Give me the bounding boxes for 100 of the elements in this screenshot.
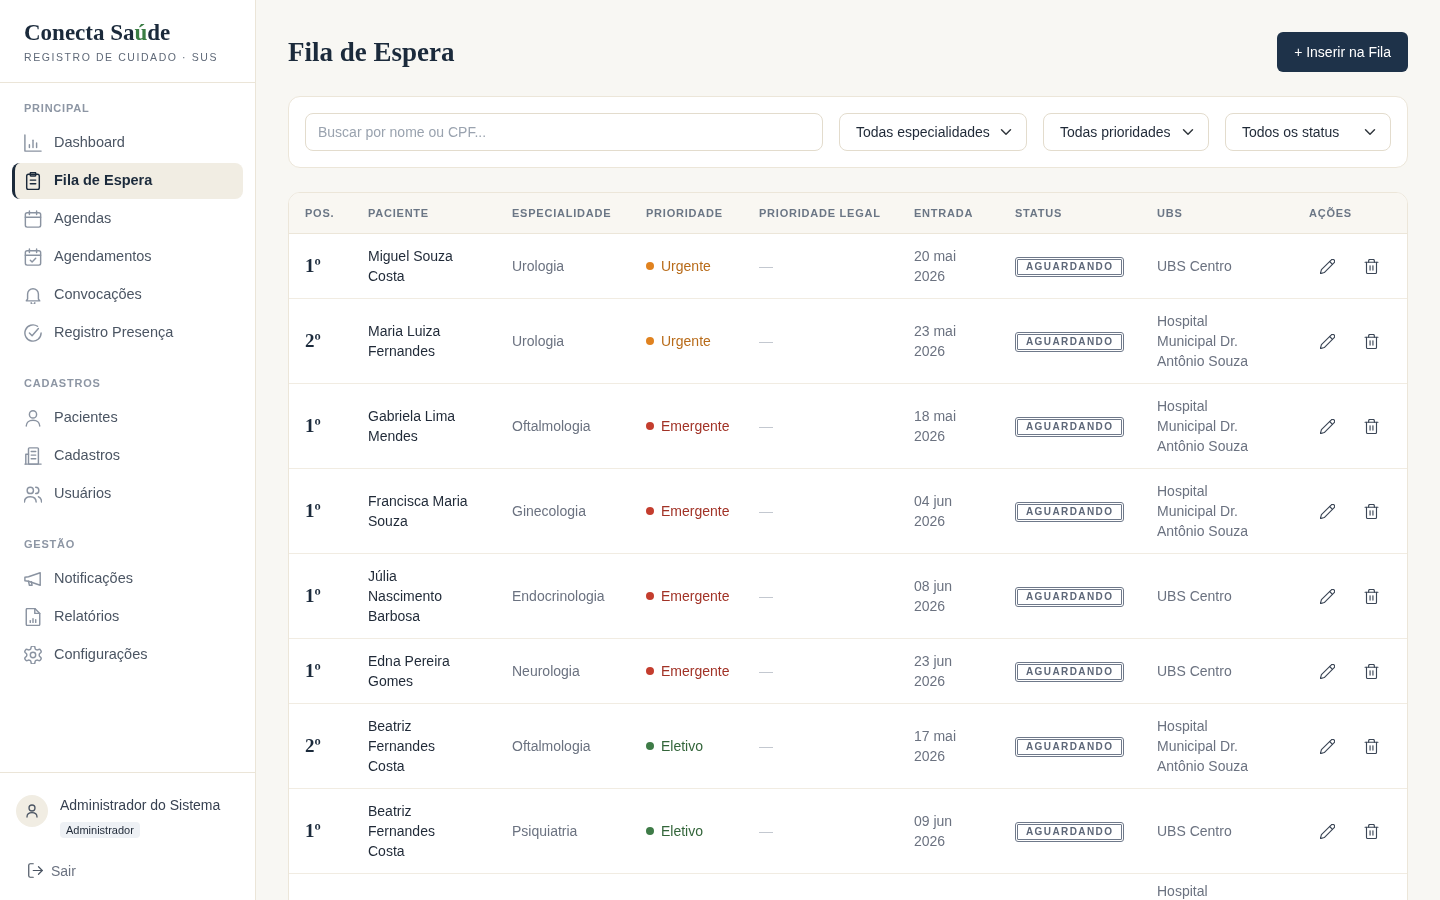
section-heading: GESTÃO — [23, 537, 77, 551]
pencil-icon — [1319, 258, 1335, 274]
entry-date: 17 mai 2026 — [914, 727, 958, 766]
priority-label: Urgente — [661, 257, 711, 276]
specialty: Neurologia — [512, 663, 580, 679]
specialty: Psiquiatria — [512, 823, 578, 839]
filter-select[interactable]: Todos os status — [1225, 113, 1391, 151]
brand-subtitle: REGISTRO DE CUIDADO · SUS — [24, 50, 218, 64]
column-header: POS. — [289, 193, 352, 234]
trash-icon — [1363, 418, 1379, 434]
patient-name: Beatriz Fernandes Costa — [368, 717, 436, 776]
column-header: AÇÕES — [1293, 193, 1407, 234]
nav-item[interactable]: Registro Presença — [12, 315, 243, 351]
nav-item[interactable]: Fila de Espera — [12, 163, 243, 199]
ubs-name: Hospital Municipal Dr. Antônio Souza — [1157, 482, 1250, 541]
entry-date: 08 jun 2026 — [914, 577, 954, 616]
nav-item[interactable]: Agendamentos — [12, 239, 243, 275]
column-header: ESPECIALIDADE — [496, 193, 630, 234]
nav-item[interactable]: Convocações — [12, 277, 243, 313]
pencil-icon — [1319, 503, 1335, 519]
nav-item[interactable]: Dashboard — [12, 125, 243, 161]
nav-item[interactable]: Usuários — [12, 476, 243, 512]
settings-icon — [24, 646, 42, 664]
status-badge: AGUARDANDO — [1015, 737, 1125, 757]
ubs-name: Hospital — [1157, 883, 1208, 899]
nav-item[interactable]: Relatórios — [12, 599, 243, 635]
ubs-name: UBS Centro — [1157, 662, 1232, 681]
pencil-icon — [1319, 823, 1335, 839]
column-header: STATUS — [999, 193, 1141, 234]
priority-label: Emergente — [661, 417, 730, 436]
ubs-name: Hospital Municipal Dr. Antônio Souza — [1157, 717, 1250, 776]
section-heading: CADASTROS — [23, 376, 102, 390]
clipboard-icon — [24, 172, 42, 190]
ubs-name: UBS Centro — [1157, 587, 1232, 606]
column-header: UBS — [1141, 193, 1293, 234]
legal-priority: — — [759, 503, 773, 519]
trash-icon — [1363, 738, 1379, 754]
patient-name: Miguel Souza Costa — [368, 247, 454, 286]
entry-date: 09 jun 2026 — [914, 812, 954, 851]
status-badge: AGUARDANDO — [1015, 257, 1125, 277]
role-badge: Administrador — [60, 821, 140, 838]
avatar-icon — [16, 794, 48, 827]
pencil-icon — [1319, 333, 1335, 349]
specialty: Endocrinologia — [512, 588, 605, 604]
legal-priority: — — [759, 663, 773, 679]
insert-button[interactable]: + Inserir na Fila — [1277, 32, 1408, 72]
status-badge: AGUARDANDO — [1015, 662, 1125, 682]
user-name: Administrador do Sistema — [60, 796, 221, 813]
queue-position: 1º — [305, 499, 321, 521]
specialty: Ginecologia — [512, 503, 586, 519]
queue-position: 2º — [305, 734, 321, 756]
priority-label: Eletivo — [661, 822, 704, 841]
patient-name: Beatriz Fernandes Costa — [368, 802, 436, 861]
calendar-check-icon — [24, 248, 42, 266]
trash-icon — [1363, 588, 1379, 604]
pencil-icon — [1319, 418, 1335, 434]
ubs-name: UBS Centro — [1157, 257, 1232, 276]
queue-position: 1º — [305, 819, 321, 841]
priority-label: Emergente — [661, 502, 730, 521]
nav-item[interactable]: Notificações — [12, 561, 243, 597]
trash-icon — [1363, 503, 1379, 519]
section-heading: PRINCIPAL — [23, 101, 91, 115]
queue-position: 1º — [305, 414, 321, 436]
search-field[interactable]: Buscar por nome ou CPF... — [305, 113, 823, 151]
check-circle-icon — [24, 324, 42, 342]
nav-item[interactable]: Agendas — [12, 201, 243, 237]
specialty: Oftalmologia — [512, 738, 591, 754]
megaphone-icon — [24, 570, 42, 588]
ubs-name: Hospital Municipal Dr. Antônio Souza — [1157, 397, 1250, 456]
queue-position: 1º — [305, 659, 321, 681]
person-icon — [24, 409, 42, 427]
nav-item[interactable]: Pacientes — [12, 400, 243, 436]
entry-date: 18 mai 2026 — [914, 407, 958, 446]
filter-select[interactable]: Todas prioridades — [1043, 113, 1209, 151]
status-badge: AGUARDANDO — [1015, 822, 1125, 842]
specialty: Oftalmologia — [512, 418, 591, 434]
legal-priority: — — [759, 418, 773, 434]
patient-name: Júlia Nascimento Barbosa — [368, 567, 443, 626]
trash-icon — [1363, 823, 1379, 839]
logout-link[interactable]: Sair — [28, 861, 76, 880]
nav-item[interactable]: Cadastros — [12, 438, 243, 474]
trash-icon — [1363, 258, 1379, 274]
legal-priority: — — [759, 588, 773, 604]
queue-position: 2º — [305, 329, 321, 351]
status-badge: AGUARDANDO — [1015, 332, 1125, 352]
people-icon — [24, 485, 42, 503]
pencil-icon — [1319, 588, 1335, 604]
column-header: PRIORIDADE LEGAL — [743, 193, 898, 234]
status-badge: AGUARDANDO — [1015, 417, 1125, 437]
status-badge: AGUARDANDO — [1015, 502, 1125, 522]
filter-select[interactable]: Todas especialidades — [839, 113, 1027, 151]
legal-priority: — — [759, 738, 773, 754]
entry-date: 04 jun 2026 — [914, 492, 954, 531]
patient-name: Gabriela Lima Mendes — [368, 407, 457, 446]
nav-item[interactable]: Configurações — [12, 637, 243, 673]
trash-icon — [1363, 663, 1379, 679]
specialty: Urologia — [512, 258, 565, 274]
legal-priority: — — [759, 823, 773, 839]
building-icon — [24, 447, 42, 465]
status-badge: AGUARDANDO — [1015, 587, 1125, 607]
